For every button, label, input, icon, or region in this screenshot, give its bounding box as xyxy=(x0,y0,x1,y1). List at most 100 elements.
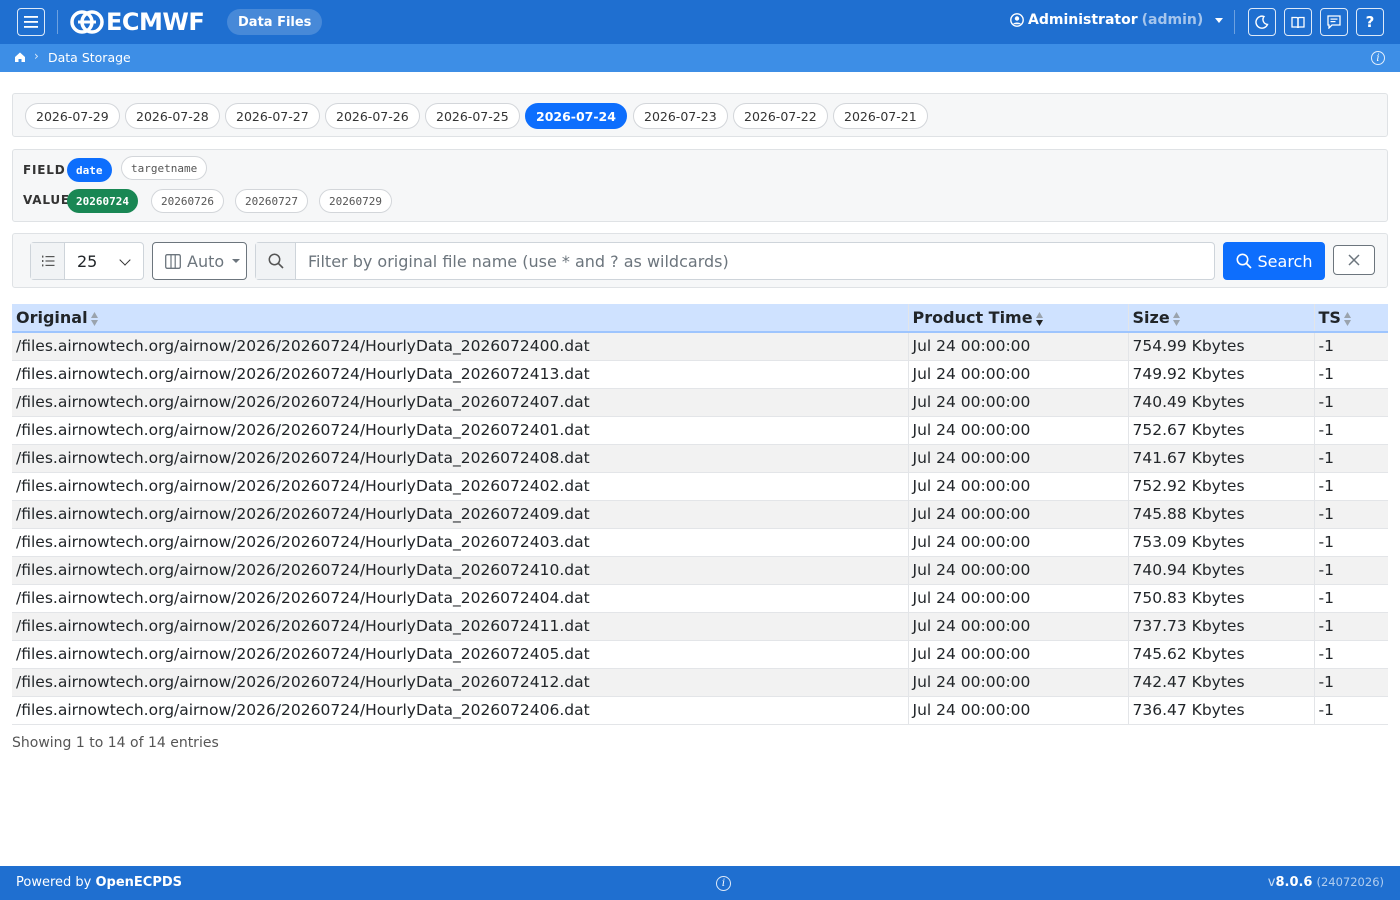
date-tab-active[interactable]: 2026-07-24 xyxy=(525,103,627,129)
table-row[interactable]: /files.airnowtech.org/airnow/2026/202607… xyxy=(12,584,1388,613)
date-tab[interactable]: 2026-07-23 xyxy=(633,103,728,129)
cell-size: 752.67 Kbytes xyxy=(1127,416,1314,445)
search-icon xyxy=(256,243,296,279)
cell-ts: -1 xyxy=(1313,500,1388,529)
cell-original: /files.airnowtech.org/airnow/2026/202607… xyxy=(12,668,908,697)
data-files-table: Original Product Time Size TS /files.air… xyxy=(12,304,1388,725)
cell-original: /files.airnowtech.org/airnow/2026/202607… xyxy=(12,696,908,725)
logo-text: ECMWF xyxy=(106,8,205,36)
cell-original: /files.airnowtech.org/airnow/2026/202607… xyxy=(12,640,908,669)
powered-by-link[interactable]: OpenECPDS xyxy=(96,875,183,890)
table-row[interactable]: /files.airnowtech.org/airnow/2026/202607… xyxy=(12,332,1388,361)
user-menu[interactable]: Administrator (admin) xyxy=(1010,12,1224,28)
chevron-down-icon xyxy=(1215,17,1224,23)
cell-original: /files.airnowtech.org/airnow/2026/202607… xyxy=(12,612,908,641)
cell-size: 754.99 Kbytes xyxy=(1127,332,1314,361)
clear-search-button[interactable] xyxy=(1333,245,1375,275)
section-badge[interactable]: Data Files xyxy=(227,9,323,35)
columns-toggle-button[interactable]: Auto xyxy=(152,242,247,280)
info-icon[interactable]: i xyxy=(716,876,731,891)
info-icon[interactable]: i xyxy=(1371,51,1385,65)
powered-prefix: Powered by xyxy=(16,875,92,890)
cell-original: /files.airnowtech.org/airnow/2026/202607… xyxy=(12,500,908,529)
cell-original: /files.airnowtech.org/airnow/2026/202607… xyxy=(12,472,908,501)
table-row[interactable]: /files.airnowtech.org/airnow/2026/202607… xyxy=(12,388,1388,417)
value-chip[interactable]: 20260727 xyxy=(235,189,308,213)
help-button[interactable]: ? xyxy=(1356,8,1384,36)
page-length-select[interactable]: 25 xyxy=(30,242,144,280)
column-header-size[interactable]: Size xyxy=(1127,304,1314,333)
field-chip-date[interactable]: date xyxy=(67,158,112,182)
breadcrumb: › Data Storage i xyxy=(0,44,1400,72)
chevron-right-icon: › xyxy=(34,49,39,63)
cell-product-time: Jul 24 00:00:00 xyxy=(907,472,1128,501)
user-name: Administrator xyxy=(1028,12,1138,28)
page-length-value[interactable]: 25 xyxy=(65,243,143,279)
cell-ts: -1 xyxy=(1313,360,1388,389)
table-row[interactable]: /files.airnowtech.org/airnow/2026/202607… xyxy=(12,640,1388,669)
table-entries-info: Showing 1 to 14 of 14 entries xyxy=(12,735,219,751)
footer: Powered by OpenECPDS i v8.0.6 (24072026) xyxy=(0,866,1400,900)
date-tab[interactable]: 2026-07-21 xyxy=(833,103,928,129)
column-header-ts[interactable]: TS xyxy=(1313,304,1388,333)
version-info: v8.0.6 (24072026) xyxy=(1268,875,1384,890)
moon-icon xyxy=(1255,15,1269,29)
table-row[interactable]: /files.airnowtech.org/airnow/2026/202607… xyxy=(12,612,1388,641)
cell-size: 742.47 Kbytes xyxy=(1127,668,1314,697)
table-row[interactable]: /files.airnowtech.org/airnow/2026/202607… xyxy=(12,696,1388,725)
cell-product-time: Jul 24 00:00:00 xyxy=(907,584,1128,613)
menu-icon xyxy=(24,16,38,28)
cell-original: /files.airnowtech.org/airnow/2026/202607… xyxy=(12,332,908,361)
page-length-text: 25 xyxy=(77,251,98,271)
table-controls-panel: 25 Auto Search xyxy=(12,233,1388,288)
field-chip-targetname[interactable]: targetname xyxy=(121,156,208,180)
home-icon[interactable] xyxy=(14,51,26,63)
value-chip-active[interactable]: 20260724 xyxy=(67,189,138,213)
table-row[interactable]: /files.airnowtech.org/airnow/2026/202607… xyxy=(12,416,1388,445)
top-navbar: ECMWF Data Files Administrator (admin) ? xyxy=(0,0,1400,44)
table-row[interactable]: /files.airnowtech.org/airnow/2026/202607… xyxy=(12,528,1388,557)
documentation-button[interactable] xyxy=(1284,8,1312,36)
menu-toggle-button[interactable] xyxy=(17,8,45,36)
date-tab[interactable]: 2026-07-27 xyxy=(225,103,320,129)
value-chip[interactable]: 20260726 xyxy=(151,189,224,213)
cell-ts: -1 xyxy=(1313,416,1388,445)
cell-product-time: Jul 24 00:00:00 xyxy=(907,360,1128,389)
date-tab[interactable]: 2026-07-29 xyxy=(25,103,120,129)
table-row[interactable]: /files.airnowtech.org/airnow/2026/202607… xyxy=(12,444,1388,473)
search-button[interactable]: Search xyxy=(1223,242,1325,280)
cell-product-time: Jul 24 00:00:00 xyxy=(907,528,1128,557)
date-tab[interactable]: 2026-07-28 xyxy=(125,103,220,129)
sort-both-icon xyxy=(90,311,98,326)
filter-search-input[interactable] xyxy=(296,243,1214,279)
ecmwf-logo[interactable]: ECMWF xyxy=(70,8,205,36)
ecmwf-logo-mark-icon xyxy=(70,10,104,34)
column-header-product-time[interactable]: Product Time xyxy=(907,304,1128,333)
value-chip[interactable]: 20260729 xyxy=(319,189,392,213)
table-row[interactable]: /files.airnowtech.org/airnow/2026/202607… xyxy=(12,360,1388,389)
date-tab[interactable]: 2026-07-22 xyxy=(733,103,828,129)
table-row[interactable]: /files.airnowtech.org/airnow/2026/202607… xyxy=(12,500,1388,529)
build-number: (24072026) xyxy=(1316,875,1384,889)
date-tab[interactable]: 2026-07-25 xyxy=(425,103,520,129)
column-header-original[interactable]: Original xyxy=(12,304,908,333)
cell-original: /files.airnowtech.org/airnow/2026/202607… xyxy=(12,360,908,389)
version-number: 8.0.6 xyxy=(1275,875,1313,890)
field-label: FIELD xyxy=(23,163,66,177)
column-header-label: Original xyxy=(16,308,88,327)
chevron-down-icon xyxy=(119,254,131,266)
sort-both-icon xyxy=(1343,311,1351,326)
table-row[interactable]: /files.airnowtech.org/airnow/2026/202607… xyxy=(12,556,1388,585)
cell-size: 752.92 Kbytes xyxy=(1127,472,1314,501)
close-icon xyxy=(1348,254,1360,266)
cell-ts: -1 xyxy=(1313,668,1388,697)
date-tab[interactable]: 2026-07-26 xyxy=(325,103,420,129)
feedback-button[interactable] xyxy=(1320,8,1348,36)
field-value-filter-panel: FIELD date targetname VALUE 20260724 202… xyxy=(12,149,1388,222)
breadcrumb-current: Data Storage xyxy=(48,50,131,65)
table-row[interactable]: /files.airnowtech.org/airnow/2026/202607… xyxy=(12,668,1388,697)
cell-ts: -1 xyxy=(1313,640,1388,669)
table-row[interactable]: /files.airnowtech.org/airnow/2026/202607… xyxy=(12,472,1388,501)
cell-product-time: Jul 24 00:00:00 xyxy=(907,444,1128,473)
theme-toggle-button[interactable] xyxy=(1248,8,1276,36)
